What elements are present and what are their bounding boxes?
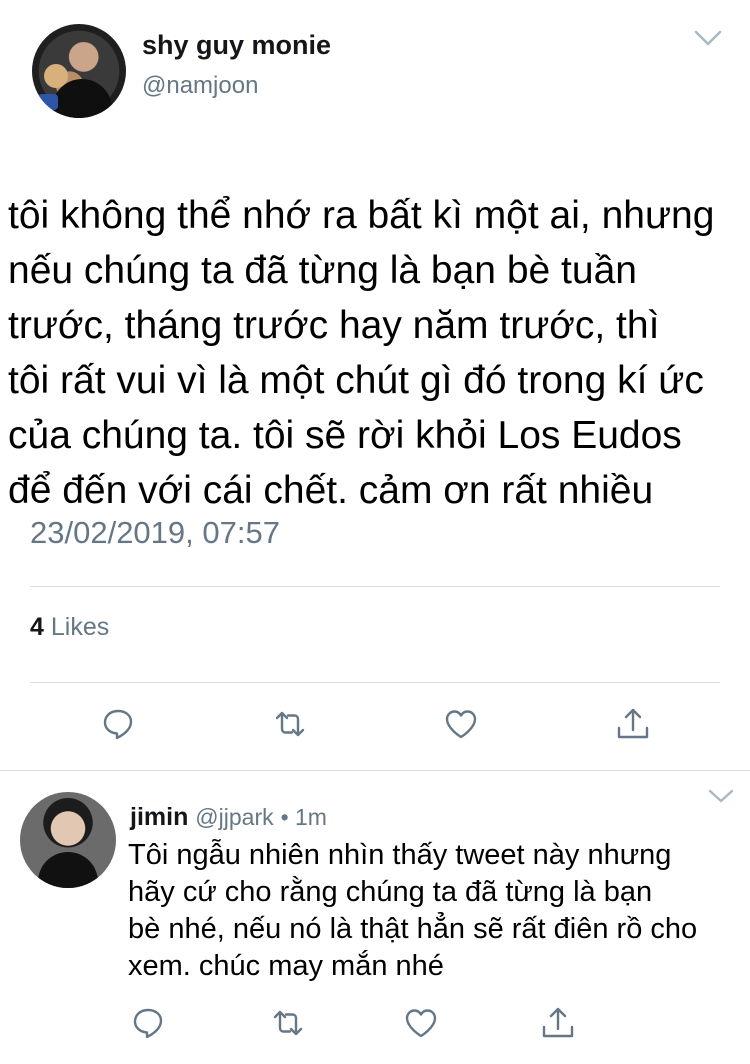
chevron-down-icon[interactable] bbox=[694, 28, 722, 48]
likes-number: 4 bbox=[30, 613, 44, 641]
user-handle[interactable]: @namjoon bbox=[142, 72, 258, 100]
avatar-badge bbox=[38, 94, 58, 110]
reply-header: jimin @jjpark • 1m bbox=[130, 803, 327, 832]
like-icon[interactable] bbox=[443, 706, 479, 742]
likes-count[interactable]: 4 Likes bbox=[30, 613, 109, 642]
share-icon[interactable] bbox=[540, 1005, 576, 1041]
divider bbox=[30, 586, 720, 587]
retweet-icon[interactable] bbox=[272, 706, 308, 742]
display-name[interactable]: shy guy monie bbox=[142, 30, 331, 61]
divider bbox=[30, 682, 720, 683]
retweet-icon[interactable] bbox=[270, 1005, 306, 1041]
likes-label: Likes bbox=[50, 613, 110, 641]
chevron-down-icon[interactable] bbox=[708, 787, 734, 805]
tweet-actions bbox=[0, 706, 750, 746]
tweet-text: tôi không thể nhớ ra bất kì một ai, nhưn… bbox=[8, 194, 715, 512]
reply-tweet: jimin @jjpark • 1m Tôi ngẫu nhiên nhìn t… bbox=[0, 771, 750, 1064]
reply-display-name[interactable]: jimin bbox=[130, 803, 188, 831]
reply-handle[interactable]: @jjpark bbox=[195, 804, 273, 830]
reply-time: • 1m bbox=[280, 804, 327, 830]
like-icon[interactable] bbox=[403, 1005, 439, 1041]
main-tweet: shy guy monie @namjoon tôi không thể nhớ… bbox=[0, 0, 750, 770]
reply-text: Tôi ngẫu nhiên nhìn thấy tweet này nhưng… bbox=[128, 839, 698, 982]
avatar-dog bbox=[44, 64, 68, 88]
avatar[interactable] bbox=[20, 792, 116, 888]
reply-actions bbox=[0, 1005, 750, 1045]
tweet-timestamp[interactable]: 23/02/2019, 07:57 bbox=[30, 515, 280, 551]
reply-icon[interactable] bbox=[100, 706, 136, 742]
avatar[interactable] bbox=[32, 24, 126, 118]
share-icon[interactable] bbox=[615, 706, 651, 742]
reply-icon[interactable] bbox=[130, 1005, 166, 1041]
avatar-body bbox=[38, 852, 98, 888]
